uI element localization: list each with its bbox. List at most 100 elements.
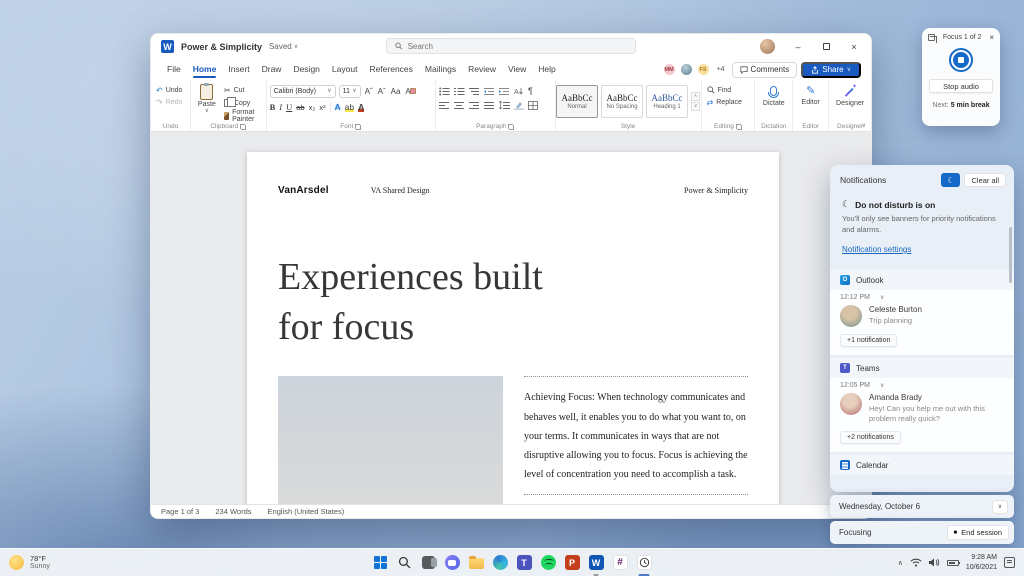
notification-center-icon[interactable] [1004, 557, 1015, 568]
clock-app-button[interactable] [632, 549, 656, 576]
battery-icon[interactable] [946, 559, 960, 566]
replace-button[interactable]: ⇄ Replace [705, 96, 752, 108]
clear-all-button[interactable]: Clear all [964, 173, 1006, 187]
justify-button[interactable] [483, 101, 495, 110]
shrink-font-button[interactable]: Aˇ [377, 87, 387, 96]
close-button[interactable]: × [841, 37, 867, 57]
calendar-group-header[interactable]: Calendar [830, 455, 1014, 476]
user-avatar[interactable] [760, 39, 775, 54]
tab-draw[interactable]: Draw [256, 61, 288, 79]
search-box[interactable] [386, 38, 636, 54]
collapse-ribbon-button[interactable]: ∨ [862, 122, 866, 129]
grow-font-button[interactable]: Aˆ [364, 87, 374, 96]
taskbar-search-button[interactable] [392, 549, 416, 576]
clear-formatting-button[interactable]: A [404, 87, 417, 96]
scrollbar[interactable] [1009, 227, 1012, 283]
copy-button[interactable]: Copy [222, 97, 263, 109]
font-color-button[interactable]: A [358, 102, 364, 112]
numbered-list-button[interactable] [453, 87, 465, 96]
bold-button[interactable]: B [270, 102, 276, 112]
style-scroll-up[interactable]: ∧ [691, 91, 701, 101]
minimize-button[interactable]: – [785, 37, 811, 57]
borders-button[interactable] [528, 100, 538, 110]
wifi-icon[interactable] [910, 558, 922, 567]
chat-button[interactable] [440, 549, 464, 576]
teams-group-header[interactable]: T Teams [830, 358, 1014, 378]
more-notifications-chip[interactable]: +2 notifications [840, 431, 901, 445]
tab-references[interactable]: References [363, 61, 418, 79]
document-canvas[interactable]: VanArsdel VA Shared Design Power & Simpl… [151, 132, 871, 504]
comments-button[interactable]: Comments [731, 61, 798, 78]
language-indicator[interactable]: English (United States) [268, 507, 345, 516]
multilevel-list-button[interactable] [468, 87, 480, 96]
align-right-button[interactable] [468, 101, 480, 110]
powerpoint-button[interactable]: P [560, 549, 584, 576]
outlook-notification[interactable]: 12:12 PM ∨ Celeste Burton Trip planning +… [830, 290, 1014, 355]
change-case-button[interactable]: Aa [390, 87, 402, 96]
save-status[interactable]: Saved ∨ [269, 42, 298, 51]
share-button[interactable]: Share ∨ [801, 61, 861, 78]
paste-button[interactable]: Paste ∨ [194, 83, 220, 122]
italic-button[interactable]: I [279, 102, 282, 112]
subscript-button[interactable]: x₂ [309, 103, 316, 112]
font-name-select[interactable]: Calibri (Body) ∨ [269, 84, 336, 98]
collaborator-avatar-fs[interactable]: FS [696, 63, 710, 76]
word-taskbar-button[interactable]: W [584, 549, 608, 576]
more-notifications-chip[interactable]: +1 notification [840, 334, 898, 347]
teams-button[interactable]: T [512, 549, 536, 576]
dictate-button[interactable]: Dictate [763, 86, 785, 107]
redo-button[interactable]: ↷ Redo [154, 96, 187, 108]
dialog-launcher-icon[interactable] [355, 123, 362, 130]
text-effects-button[interactable]: A [335, 102, 341, 112]
tab-view[interactable]: View [502, 61, 532, 79]
style-heading1[interactable]: AaBbCc Heading 1 [646, 84, 689, 118]
word-count[interactable]: 234 Words [215, 507, 251, 516]
cut-button[interactable]: ✂ Cut [222, 84, 263, 96]
restore-icon[interactable] [928, 34, 937, 43]
edge-button[interactable] [488, 549, 512, 576]
file-explorer-button[interactable] [464, 549, 488, 576]
do-not-disturb-toggle[interactable]: ☾ [941, 173, 961, 187]
task-view-button[interactable] [416, 549, 440, 576]
style-normal[interactable]: AaBbCc Normal [556, 84, 599, 118]
more-collaborators[interactable]: +4 [717, 66, 725, 73]
tab-mailings[interactable]: Mailings [419, 61, 462, 79]
tab-help[interactable]: Help [532, 61, 561, 79]
maximize-button[interactable] [813, 37, 839, 57]
decrease-indent-button[interactable] [483, 87, 495, 96]
line-spacing-button[interactable] [499, 100, 510, 110]
collaborator-avatar-photo[interactable] [679, 63, 693, 76]
end-session-button[interactable]: ■ End session [946, 525, 1009, 540]
designer-button[interactable]: Designer [836, 83, 864, 107]
dialog-launcher-icon[interactable] [508, 123, 515, 130]
align-left-button[interactable] [438, 101, 450, 110]
clock-datetime[interactable]: 9:28 AM 10/6/2021 [966, 553, 997, 571]
volume-icon[interactable] [928, 558, 940, 567]
tab-design[interactable]: Design [287, 61, 325, 79]
stop-audio-button[interactable]: Stop audio [929, 79, 993, 93]
highlight-color-button[interactable]: ab [345, 102, 354, 112]
tab-home[interactable]: Home [187, 61, 223, 79]
show-hidden-icons-button[interactable]: ∧ [898, 559, 903, 567]
underline-button[interactable]: U [286, 102, 292, 112]
start-button[interactable] [368, 549, 392, 576]
tab-review[interactable]: Review [462, 61, 502, 79]
expand-calendar-button[interactable]: ∨ [992, 499, 1008, 514]
page-indicator[interactable]: Page 1 of 3 [161, 507, 199, 516]
chevron-down-icon[interactable]: ∨ [880, 383, 884, 389]
tab-insert[interactable]: Insert [222, 61, 255, 79]
bullet-list-button[interactable] [439, 87, 450, 96]
editor-button[interactable]: ✎ Editor [802, 86, 820, 107]
shading-button[interactable] [513, 101, 524, 110]
format-painter-button[interactable]: Format Painter [222, 109, 263, 123]
chevron-down-icon[interactable]: ∨ [880, 295, 884, 301]
dialog-launcher-icon[interactable] [240, 123, 247, 130]
strikethrough-button[interactable]: ab [296, 103, 304, 112]
teams-notification[interactable]: 12:05 PM ∨ Amanda Brady Hey! Can you help… [830, 378, 1014, 452]
font-size-select[interactable]: 11 ∨ [338, 84, 361, 98]
slack-button[interactable]: # [608, 549, 632, 576]
notification-settings-link[interactable]: Notification settings [842, 245, 911, 254]
show-formatting-button[interactable]: ¶ [528, 86, 533, 96]
style-no-spacing[interactable]: AaBbCc No Spacing [601, 84, 644, 118]
superscript-button[interactable]: x² [319, 103, 325, 112]
